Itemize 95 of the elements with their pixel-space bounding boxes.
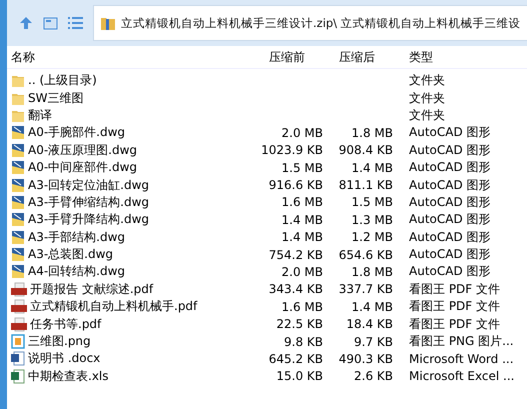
size-cell-text: 645.2 KB (268, 352, 324, 366)
preview-button[interactable] (43, 16, 58, 30)
size-cell-text: 1023.9 KB (260, 143, 324, 158)
drawing-file-icon (11, 178, 25, 193)
file-name[interactable]: 中期检查表.xls (28, 368, 109, 385)
type-cell-text: AutoCAD 图形 (408, 194, 492, 211)
type-cell-text: AutoCAD 图形 (408, 246, 492, 264)
pdf-file-icon (11, 316, 27, 332)
drawing-file-icon (11, 264, 25, 280)
size-cell-text: 1.6 MB (280, 300, 324, 314)
packed-size-cell-text: 1.2 MB (350, 230, 394, 244)
type-cell-text: Microsoft Word ... (408, 352, 515, 366)
file-name[interactable]: A3-手臂升降结构.dwg (28, 211, 150, 228)
packed-size-cell-text: 1.8 MB (350, 126, 394, 140)
type-cell-text: AutoCAD 图形 (408, 124, 492, 142)
size-cell-text: 343.4 KB (268, 282, 324, 296)
drawing-file-icon (11, 194, 25, 210)
panel-icon (43, 16, 58, 30)
type-cell-text: AutoCAD 图形 (408, 159, 492, 176)
file-name[interactable]: SW三维图 (28, 90, 84, 107)
size-cell-text: 9.8 KB (283, 334, 324, 349)
packed-size-cell-text: 490.3 KB (338, 352, 394, 366)
archive-icon (100, 15, 116, 31)
packed-size-cell-text: 811.1 KB (338, 178, 394, 192)
file-name[interactable]: 任务书等.pdf (30, 316, 102, 333)
file-name[interactable]: A3-回转定位油缸.dwg (28, 176, 150, 194)
file-name[interactable]: 翻译 (28, 106, 52, 124)
type-cell-text: AutoCAD 图形 (408, 176, 492, 194)
packed-size-cell-text: 1.3 MB (350, 212, 394, 227)
file-name[interactable]: A0-中间座部件.dwg (28, 159, 138, 176)
column-header[interactable]: 压缩后 (327, 48, 397, 66)
drawing-file-icon (11, 230, 25, 245)
size-cell-text: 916.6 KB (268, 178, 324, 192)
type-cell-text: 看图王 PDF 文件 (408, 280, 502, 298)
file-name[interactable]: A4-回转结构.dwg (28, 263, 126, 280)
up-arrow-icon (19, 16, 33, 30)
column-header[interactable]: 类型 (397, 48, 527, 66)
pdf-file-icon (11, 282, 27, 297)
file-name[interactable]: A3-手臂伸缩结构.dwg (28, 194, 150, 211)
type-cell-text: 文件夹 (408, 72, 446, 90)
file-name[interactable]: A3-总装图.dwg (28, 246, 114, 264)
type-cell-text: AutoCAD 图形 (408, 263, 492, 280)
size-cell-text: 754.2 KB (268, 248, 324, 262)
type-cell-text: 文件夹 (408, 106, 446, 124)
type-cell-text: 看图王 PNG 图片... (408, 333, 515, 350)
file-name[interactable]: A0-手腕部件.dwg (28, 124, 126, 142)
column-header[interactable]: 压缩前 (257, 48, 327, 66)
size-cell-text: 2.0 MB (280, 126, 324, 140)
size-cell-text: 1.4 MB (280, 230, 324, 244)
pdf-file-icon (11, 299, 27, 314)
excel-file-icon (11, 368, 25, 384)
up-button[interactable] (19, 16, 33, 30)
packed-size-cell-text: 9.7 KB (353, 334, 394, 349)
size-cell-text: 1.6 MB (280, 195, 324, 210)
drawing-file-icon (11, 142, 25, 158)
type-cell-text: AutoCAD 图形 (408, 211, 492, 228)
drawing-file-icon (11, 125, 25, 140)
file-name[interactable]: A3-手部结构.dwg (28, 228, 126, 246)
column-header[interactable]: 名称 (7, 48, 257, 66)
size-cell-text: 2.0 MB (280, 264, 324, 279)
folder-icon (11, 73, 25, 88)
size-cell-text: 22.5 KB (275, 317, 324, 332)
size-cell-text: 1.4 MB (280, 212, 324, 227)
packed-size-cell-text: 654.6 KB (338, 248, 394, 262)
size-cell-text: 15.0 KB (275, 369, 324, 384)
packed-size-cell-text: 2.6 KB (353, 369, 394, 384)
size-cell-text: 1.5 MB (280, 160, 324, 175)
address-bar[interactable]: 立式精锻机自动上料机械手三维设计.zip\ 立式精锻机自动上料机械手三维设 (93, 5, 527, 41)
type-cell-text: AutoCAD 图形 (408, 228, 492, 246)
packed-size-cell-text: 1.4 MB (350, 300, 394, 314)
drawing-file-icon (11, 247, 25, 262)
type-cell-text: Microsoft Excel ... (408, 369, 516, 384)
file-name[interactable]: .. (上级目录) (28, 72, 97, 90)
list-view-button[interactable] (68, 17, 83, 29)
type-cell-text: 看图王 PDF 文件 (408, 298, 502, 316)
packed-size-cell-text: 1.4 MB (350, 160, 394, 175)
word-file-icon (11, 351, 25, 366)
packed-size-cell-text: 18.4 KB (345, 317, 394, 332)
packed-size-cell-text: 908.4 KB (338, 143, 394, 158)
type-cell-text: 看图王 PDF 文件 (408, 316, 502, 333)
file-name[interactable]: 立式精锻机自动上料机械手.pdf (30, 298, 198, 316)
packed-size-cell-text: 1.8 MB (350, 264, 394, 279)
packed-size-cell-text: 337.7 KB (338, 282, 394, 296)
image-file-icon (11, 334, 25, 350)
type-cell-text: 文件夹 (408, 90, 446, 107)
list-icon (68, 17, 83, 29)
drawing-file-icon (11, 160, 25, 176)
file-name[interactable]: 三维图.png (28, 333, 91, 350)
type-cell-text: AutoCAD 图形 (408, 142, 492, 159)
address-path: 立式精锻机自动上料机械手三维设计.zip\ 立式精锻机自动上料机械手三维设 (121, 16, 521, 30)
file-name[interactable]: A0-液压原理图.dwg (28, 142, 138, 159)
file-name[interactable]: 开题报告 文献综述.pdf (30, 280, 154, 298)
packed-size-cell-text: 1.5 MB (350, 195, 394, 210)
drawing-file-icon (11, 212, 25, 228)
file-name[interactable]: 说明书 .docx (28, 350, 100, 368)
